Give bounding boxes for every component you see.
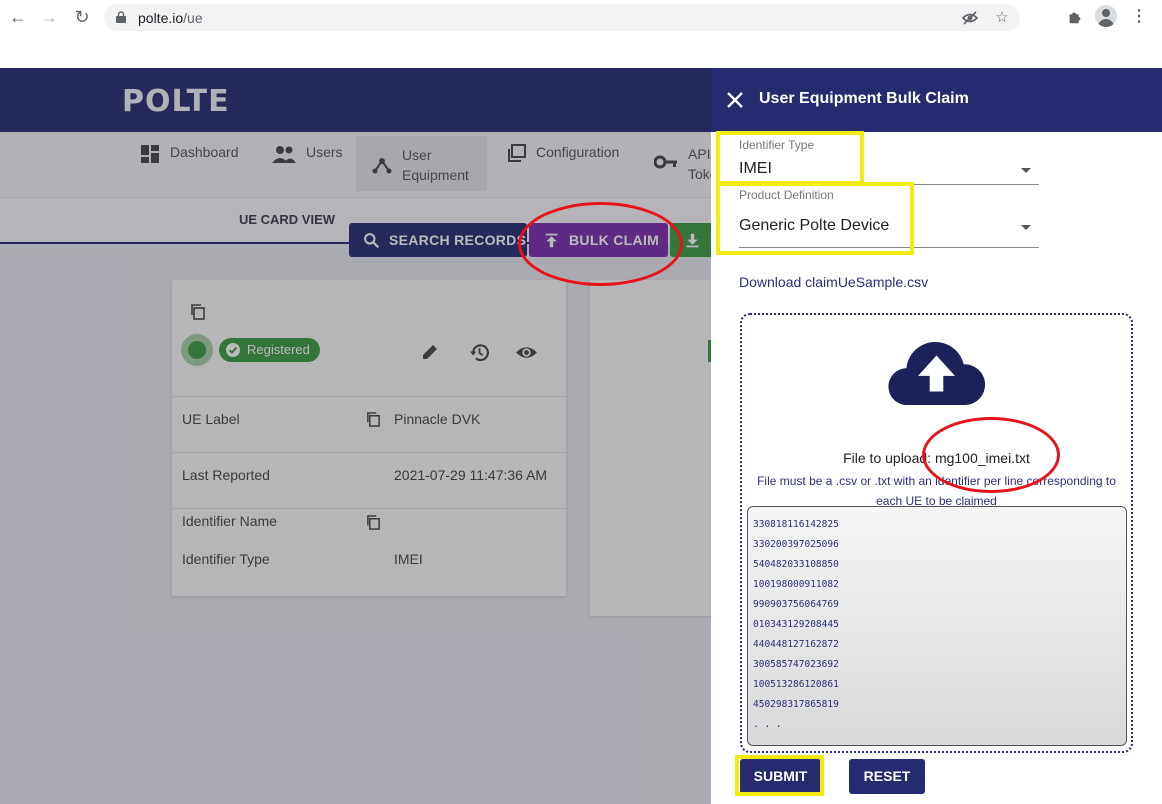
annotation-yellow-identifier-type bbox=[716, 131, 864, 185]
chevron-down-icon bbox=[1021, 225, 1031, 230]
reload-icon[interactable]: ↻ bbox=[71, 6, 93, 28]
app-background: POLTE Dashboard Users User Equipment Con… bbox=[0, 68, 711, 804]
annotation-yellow-submit bbox=[735, 755, 824, 796]
modal-overlay[interactable] bbox=[0, 68, 711, 804]
identifier-list-item: 450298317865819 bbox=[753, 699, 839, 710]
identifier-list-item: 440448127162872 bbox=[753, 639, 839, 650]
identifier-list-item: 010343129208445 bbox=[753, 619, 839, 630]
download-sample-link[interactable]: Download claimUeSample.csv bbox=[739, 274, 928, 290]
cloud-upload-icon bbox=[888, 341, 986, 406]
url-text: polte.io/ue bbox=[138, 10, 203, 26]
annotation-red-ellipse-filename bbox=[922, 417, 1060, 493]
profile-avatar[interactable] bbox=[1095, 5, 1117, 27]
identifier-list-item: 330818116142825 bbox=[753, 519, 839, 530]
drawer-header: User Equipment Bulk Claim bbox=[711, 68, 1162, 132]
annotation-yellow-product-definition bbox=[716, 182, 914, 255]
star-icon[interactable]: ☆ bbox=[993, 9, 1011, 27]
annotation-red-ellipse-bulk-claim bbox=[518, 202, 683, 286]
file-dropzone[interactable]: File to upload: mg100_imei.txt File must… bbox=[740, 313, 1133, 753]
identifier-list-item: 100198000911082 bbox=[753, 579, 839, 590]
identifier-list-item: 990903756064769 bbox=[753, 599, 839, 610]
bulk-claim-drawer: User Equipment Bulk Claim Identifier Typ… bbox=[711, 68, 1162, 804]
identifier-list-item: . . . bbox=[753, 719, 782, 730]
close-icon[interactable] bbox=[725, 90, 745, 110]
reset-button[interactable]: RESET bbox=[849, 759, 925, 794]
identifier-list-item: 330200397025096 bbox=[753, 539, 839, 550]
chevron-down-icon bbox=[1021, 168, 1031, 173]
identifier-list-item: 300585747023692 bbox=[753, 659, 839, 670]
menu-dots-icon[interactable]: ⋮ bbox=[1128, 6, 1150, 28]
identifier-list-item: 540482033108850 bbox=[753, 559, 839, 570]
browser-chrome: ← → ↻ polte.io/ue ☆ ⋮ bbox=[0, 0, 1162, 68]
drawer-title: User Equipment Bulk Claim bbox=[759, 90, 969, 107]
back-arrow-icon[interactable]: ← bbox=[7, 6, 29, 28]
eye-off-icon[interactable] bbox=[961, 9, 979, 27]
lock-icon bbox=[116, 11, 126, 23]
forward-arrow-icon[interactable]: → bbox=[38, 6, 60, 28]
extensions-icon[interactable] bbox=[1064, 6, 1086, 28]
identifier-list-item: 100513286120861 bbox=[753, 679, 839, 690]
identifier-list[interactable]: 330818116142825 330200397025096 5404820331… bbox=[747, 506, 1127, 746]
address-bar[interactable]: polte.io/ue ☆ bbox=[104, 4, 1020, 31]
